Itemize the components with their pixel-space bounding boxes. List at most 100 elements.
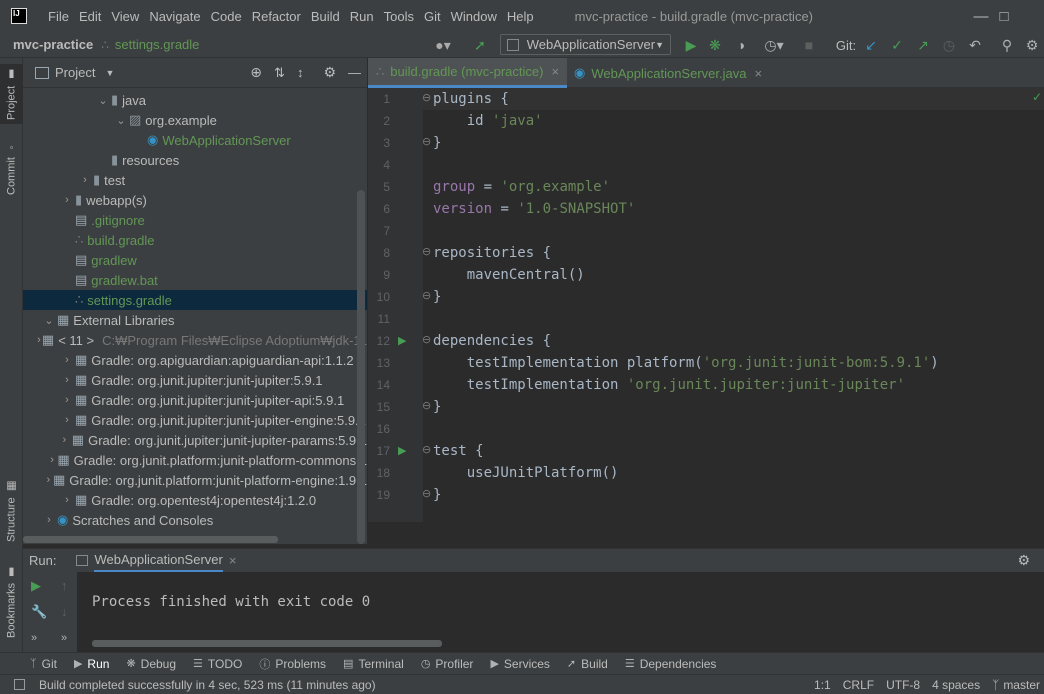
chevron-right-icon[interactable]: ›: [59, 394, 75, 406]
tree-item[interactable]: › ▦ Gradle: org.junit.platform:junit-platf…: [23, 450, 367, 470]
gutter-run-icon[interactable]: ▶: [398, 334, 406, 347]
menu-tools[interactable]: Tools: [384, 9, 414, 24]
run-console[interactable]: Process finished with exit code 0: [77, 572, 1044, 652]
tab-build-gradle[interactable]: ∴ build.gradle (mvc-practice) ×: [368, 58, 568, 88]
tree-item[interactable]: ▤ gradlew.bat: [23, 270, 367, 290]
tree-item[interactable]: › ◉ Scratches and Consoles: [23, 510, 367, 530]
menu-window[interactable]: Window: [451, 9, 497, 24]
tool-tab-project[interactable]: Project ▮: [0, 64, 23, 124]
tree-item[interactable]: ∴ build.gradle: [23, 230, 367, 250]
chevron-right-icon[interactable]: ›: [41, 514, 57, 526]
tree-item[interactable]: › ▦ Gradle: org.opentest4j:opentest4j:1.2.…: [23, 490, 367, 510]
tool-window-services[interactable]: ▶ Services: [490, 657, 549, 671]
tree-item[interactable]: › ▦ Gradle: org.junit.jupiter:junit-jupite…: [23, 390, 367, 410]
close-icon[interactable]: ×: [754, 66, 762, 81]
stop-icon[interactable]: ■: [800, 33, 818, 57]
run-icon[interactable]: ▶: [682, 33, 700, 57]
tree-item[interactable]: ▤ gradlew: [23, 250, 367, 270]
close-icon[interactable]: ×: [229, 553, 237, 568]
locate-icon[interactable]: ⊕: [250, 64, 262, 81]
chevron-right-icon[interactable]: ›: [59, 194, 75, 206]
hide-panel-icon[interactable]: —: [348, 65, 361, 80]
git-branch[interactable]: master: [1003, 678, 1040, 692]
search-icon[interactable]: ⚲: [998, 33, 1016, 57]
tree-item[interactable]: ⌄ ▦ External Libraries: [23, 310, 367, 330]
fold-icon[interactable]: ⊖: [422, 333, 431, 346]
tree-item[interactable]: › ▦ Gradle: org.junit.platform:junit-platf…: [23, 470, 367, 490]
settings-icon[interactable]: ⚙: [1022, 33, 1042, 57]
fold-icon[interactable]: ⊖: [422, 135, 431, 148]
breadcrumb-file[interactable]: settings.gradle: [115, 37, 200, 52]
chevron-right-icon[interactable]: ›: [59, 374, 75, 386]
line-separator[interactable]: CRLF: [843, 678, 874, 692]
rerun-icon[interactable]: ▶: [31, 578, 41, 594]
more-icon[interactable]: »: [61, 632, 67, 644]
chevron-right-icon[interactable]: ›: [77, 174, 93, 186]
git-push-icon[interactable]: ↗: [914, 33, 932, 57]
menu-run[interactable]: Run: [350, 9, 374, 24]
coverage-icon[interactable]: ◑: [732, 33, 750, 57]
run-tab-webapplicationserver[interactable]: WebApplicationServer: [94, 549, 223, 573]
indent-setting[interactable]: 4 spaces: [932, 678, 980, 692]
tree-horizontal-scrollbar[interactable]: [23, 536, 278, 543]
tree-item[interactable]: › ▮ test: [23, 170, 367, 190]
menu-view[interactable]: View: [111, 9, 139, 24]
chevron-right-icon[interactable]: ›: [47, 454, 58, 466]
menu-refactor[interactable]: Refactor: [252, 9, 301, 24]
collapse-all-icon[interactable]: ↕: [297, 65, 304, 80]
gear-icon[interactable]: ⚙: [1017, 552, 1030, 569]
profile-icon[interactable]: ◷▾: [758, 33, 790, 57]
tool-window-git[interactable]: ᛉ Git: [30, 657, 57, 671]
status-message[interactable]: Build completed successfully in 4 sec, 5…: [39, 678, 376, 692]
intellij-logo-icon[interactable]: IJ: [11, 8, 27, 24]
fold-icon[interactable]: ⊖: [422, 91, 431, 104]
menu-edit[interactable]: Edit: [79, 9, 101, 24]
debug-icon[interactable]: ❋: [706, 33, 724, 57]
menu-git[interactable]: Git: [424, 9, 441, 24]
fold-icon[interactable]: ⊖: [422, 487, 431, 500]
console-scrollbar[interactable]: [92, 640, 442, 647]
tool-window-build[interactable]: ➚ Build: [567, 657, 608, 671]
fold-icon[interactable]: ⊖: [422, 443, 431, 456]
menu-help[interactable]: Help: [507, 9, 534, 24]
more-icon[interactable]: »: [31, 632, 37, 644]
tree-item[interactable]: › ▦ Gradle: org.junit.jupiter:junit-jupite…: [23, 430, 367, 450]
hammer-icon[interactable]: ➚: [470, 33, 490, 57]
wrench-icon[interactable]: 🔧: [31, 604, 47, 620]
tool-tab-commit[interactable]: Commit ◦: [0, 138, 23, 198]
fold-icon[interactable]: ⊖: [422, 245, 431, 258]
chevron-down-icon[interactable]: ▼: [105, 68, 114, 78]
tool-window-terminal[interactable]: ▤ Terminal: [343, 657, 404, 671]
tree-item[interactable]: ▮ resources: [23, 150, 367, 170]
scroll-up-icon[interactable]: ↑: [61, 578, 68, 593]
chevron-right-icon[interactable]: ›: [59, 354, 75, 366]
tree-item[interactable]: › ▮ webapp(s): [23, 190, 367, 210]
close-icon[interactable]: ×: [551, 64, 559, 79]
run-configuration-select[interactable]: WebApplicationServer ▼: [500, 34, 671, 55]
tree-item[interactable]: ∴ settings.gradle: [23, 290, 367, 310]
tool-window-problems[interactable]: ⓘ Problems: [259, 656, 326, 672]
tool-window-profiler[interactable]: ◷ Profiler: [421, 657, 474, 671]
menu-code[interactable]: Code: [211, 9, 242, 24]
history-icon[interactable]: ◷: [940, 33, 958, 57]
menu-navigate[interactable]: Navigate: [149, 9, 200, 24]
gutter-run-icon[interactable]: ▶: [398, 444, 406, 457]
expand-all-icon[interactable]: ⇅: [274, 65, 285, 81]
tool-tab-structure[interactable]: Structure ▦: [0, 476, 23, 546]
tool-window-run[interactable]: ▶ Run: [74, 657, 109, 671]
maximize-icon[interactable]: □: [981, 0, 1027, 32]
tree-item[interactable]: › ▦ Gradle: org.apiguardian:apiguardian-ap…: [23, 350, 367, 370]
caret-position[interactable]: 1:1: [814, 678, 831, 692]
tool-window-dependencies[interactable]: ☰ Dependencies: [625, 657, 717, 671]
tool-window-todo[interactable]: ☰ TODO: [193, 657, 242, 671]
fold-icon[interactable]: ⊖: [422, 399, 431, 412]
chevron-right-icon[interactable]: ›: [44, 474, 53, 486]
chevron-right-icon[interactable]: ›: [59, 494, 75, 506]
gear-icon[interactable]: ⚙: [323, 64, 336, 81]
git-update-icon[interactable]: ↙: [862, 33, 880, 57]
chevron-right-icon[interactable]: ›: [57, 434, 72, 446]
user-icon[interactable]: ●▾: [428, 33, 458, 57]
tree-item[interactable]: ⌄ ▮ java: [23, 90, 367, 110]
tree-item[interactable]: ▤ .gitignore: [23, 210, 367, 230]
tree-scrollbar[interactable]: [357, 190, 365, 544]
